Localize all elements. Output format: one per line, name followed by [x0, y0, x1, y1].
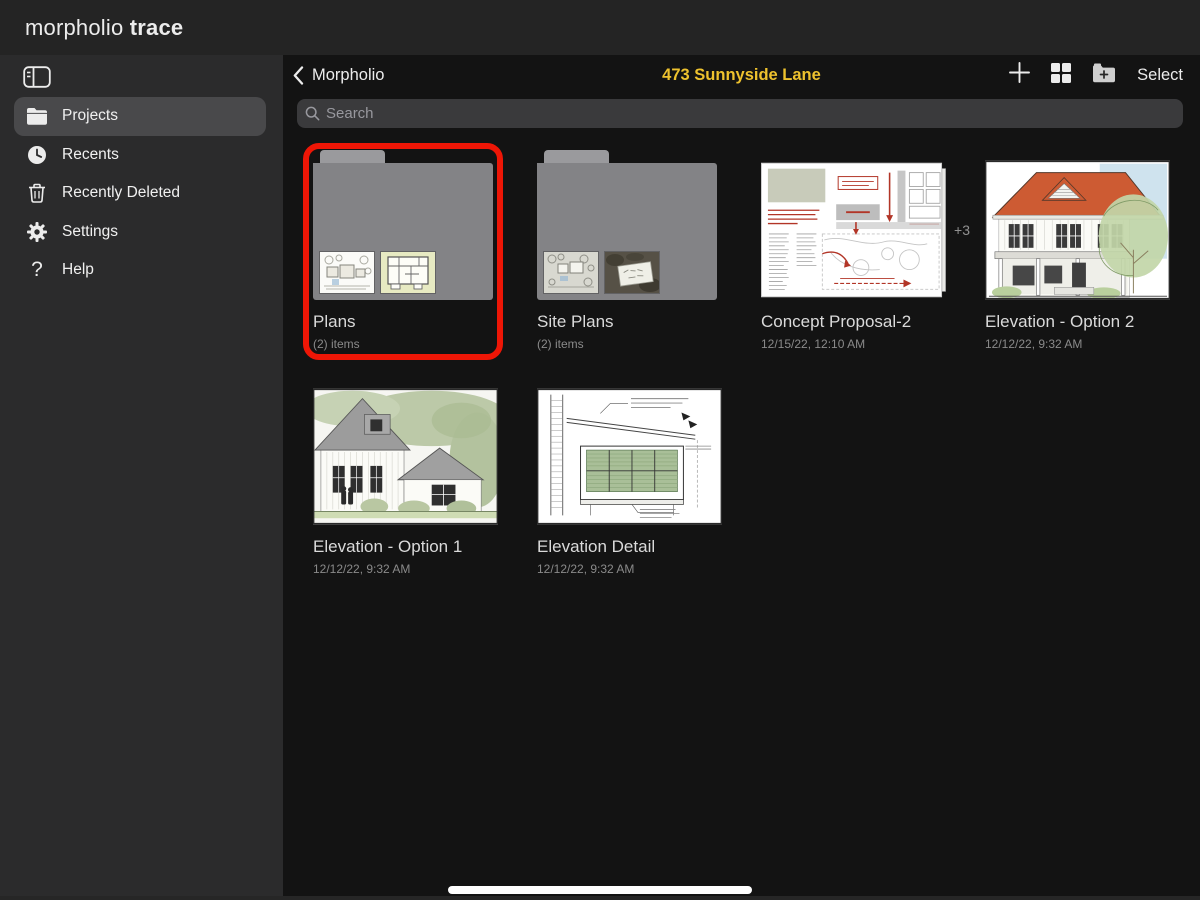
back-button[interactable]: Morpholio [293, 55, 384, 95]
card-title: Elevation - Option 1 [313, 537, 498, 557]
app-logo: morpholio trace [25, 15, 183, 41]
sidebar-toggle-button[interactable] [22, 64, 52, 90]
sketch-thumbnail-elevation-detail [537, 388, 722, 525]
card-title: Plans [313, 312, 498, 332]
card-subtitle: 12/15/22, 12:10 AM [761, 337, 946, 351]
main-content: Morpholio 473 Sunnyside Lane Select Sear… [283, 55, 1200, 900]
mini-thumbnail-floor-plan [381, 252, 435, 293]
mini-thumbnail-plan-sketch [320, 252, 374, 293]
grid-view-icon [1051, 63, 1071, 83]
sidebar-item-label: Recents [62, 146, 119, 164]
card-elevation-detail[interactable]: Elevation Detail 12/12/22, 9:32 AM [537, 375, 722, 575]
sidebar-item-projects[interactable]: Projects [14, 97, 266, 136]
card-subtitle: (2) items [537, 337, 722, 351]
home-indicator[interactable] [448, 886, 752, 894]
logo-secondary: trace [130, 15, 184, 40]
top-bar: morpholio trace [0, 0, 1200, 55]
sketch-thumbnail-elevation-option-2 [985, 160, 1170, 300]
sidebar-item-settings[interactable]: Settings [14, 213, 266, 252]
add-button[interactable] [1009, 62, 1030, 88]
bottom-edge [0, 896, 1200, 900]
header-actions: Select [1009, 55, 1183, 95]
sidebar-nav: Projects Recents Recently Deleted [14, 97, 266, 290]
sidebar-item-help[interactable]: ? Help [14, 251, 266, 290]
card-site-plans[interactable]: Site Plans (2) items [537, 150, 722, 350]
chevron-left-icon [293, 66, 304, 85]
card-title: Elevation Detail [537, 537, 722, 557]
clock-icon [25, 145, 49, 165]
trash-icon [25, 183, 49, 203]
card-subtitle: 12/12/22, 9:32 AM [537, 562, 722, 576]
folder-tab [544, 150, 609, 163]
search-input[interactable]: Search [297, 99, 1183, 128]
sidebar-toggle-icon [23, 66, 51, 88]
folder-thumbnail [537, 150, 717, 300]
sketch-thumbnail-concept-proposal [761, 160, 946, 300]
more-items-badge: +3 [954, 222, 970, 238]
search-icon [305, 106, 320, 121]
gear-icon [25, 222, 49, 242]
grid-view-button[interactable] [1051, 63, 1071, 88]
card-subtitle: (2) items [313, 337, 498, 351]
logo-primary: morpholio [25, 15, 123, 40]
main-header: Morpholio 473 Sunnyside Lane Select [283, 55, 1200, 95]
card-title: Concept Proposal-2 [761, 312, 946, 332]
sketch-thumbnail-elevation-option-1 [313, 388, 498, 525]
sidebar: Projects Recents Recently Deleted [0, 55, 283, 900]
sidebar-item-label: Projects [62, 107, 118, 125]
folder-body [313, 163, 493, 300]
search-placeholder: Search [326, 105, 374, 122]
sidebar-item-label: Help [62, 261, 94, 279]
card-subtitle: 12/12/22, 9:32 AM [985, 337, 1170, 351]
card-title: Site Plans [537, 312, 722, 332]
card-elevation-option-2[interactable]: Elevation - Option 2 12/12/22, 9:32 AM [985, 150, 1170, 350]
mini-thumbnail-site-map [544, 252, 598, 293]
add-folder-icon [1092, 63, 1116, 83]
select-button[interactable]: Select [1137, 66, 1183, 85]
folder-thumbnail [313, 150, 493, 300]
sidebar-item-recents[interactable]: Recents [14, 136, 266, 175]
mini-thumbnail-aerial-photo [605, 252, 659, 293]
folder-body [537, 163, 717, 300]
sidebar-item-recently-deleted[interactable]: Recently Deleted [14, 174, 266, 213]
add-folder-button[interactable] [1092, 63, 1116, 88]
plus-icon [1009, 62, 1030, 83]
card-plans[interactable]: Plans (2) items [313, 150, 498, 350]
question-icon: ? [25, 258, 49, 282]
sidebar-item-label: Recently Deleted [62, 184, 180, 202]
card-subtitle: 12/12/22, 9:32 AM [313, 562, 498, 576]
card-elevation-option-1[interactable]: Elevation - Option 1 12/12/22, 9:32 AM [313, 375, 498, 575]
folder-icon [25, 107, 49, 125]
card-concept-proposal-2[interactable]: Concept Proposal-2 12/15/22, 12:10 AM +3 [761, 150, 946, 350]
folder-tab [320, 150, 385, 163]
sidebar-item-label: Settings [62, 223, 118, 241]
back-label: Morpholio [312, 66, 384, 85]
project-grid: Plans (2) items [313, 150, 1170, 575]
card-title: Elevation - Option 2 [985, 312, 1170, 332]
